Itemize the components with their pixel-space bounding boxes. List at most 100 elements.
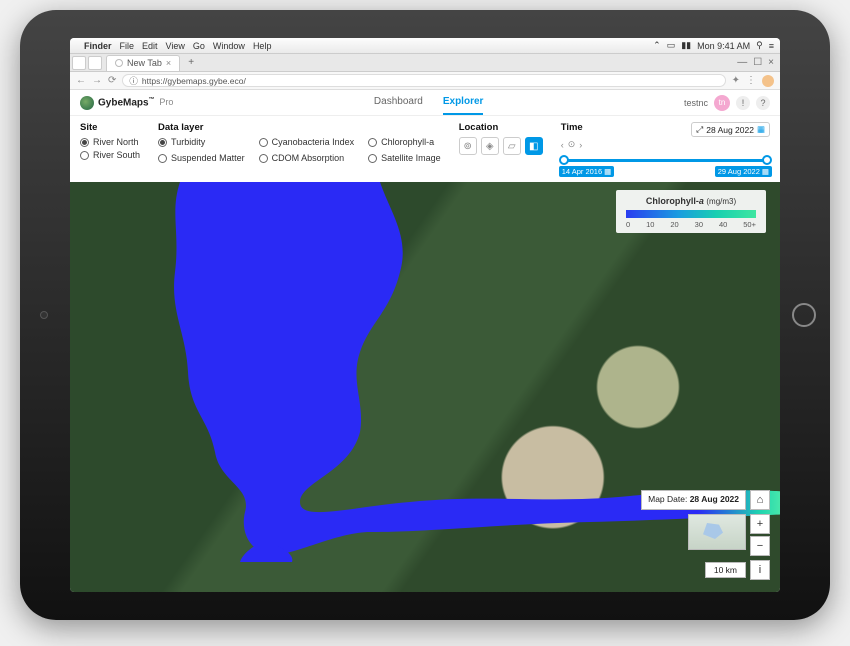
window-maximize-icon[interactable]: ☐: [753, 57, 762, 68]
tab-dashboard[interactable]: Dashboard: [374, 90, 423, 115]
map-controls: Map Date: 28 Aug 2022 ⌂ + − 10 km i: [641, 490, 770, 580]
layer-satellite-image[interactable]: Satellite Image: [368, 153, 441, 163]
location-target-button[interactable]: ◈: [481, 137, 499, 155]
spotlight-icon[interactable]: ⚲: [756, 40, 763, 51]
slider-start-label: 14 Apr 2016▦: [559, 166, 615, 177]
map-legend: Chlorophyll-a (mg/m3) 0 10 20 30 40 50+: [616, 190, 766, 233]
tab-close-icon[interactable]: ×: [166, 58, 171, 68]
zoom-in-button[interactable]: +: [750, 514, 770, 534]
legend-tick: 10: [646, 220, 654, 229]
location-title: Location: [459, 122, 543, 133]
brand-tier: Pro: [159, 97, 173, 107]
time-prev-button[interactable]: ‹: [561, 140, 564, 150]
datalayer-title: Data layer: [158, 122, 441, 133]
site-title: Site: [80, 122, 140, 133]
time-play-button[interactable]: ⊙: [568, 139, 576, 150]
nav-reload-icon[interactable]: ⟳: [108, 75, 116, 86]
brand-name: GybeMaps: [98, 97, 149, 108]
legend-gradient: [626, 210, 756, 218]
slider-handle-start[interactable]: [559, 155, 569, 165]
browser-pinned-tab-2[interactable]: [88, 56, 102, 70]
time-slider[interactable]: 14 Apr 2016▦ 29 Aug 2022▦: [561, 156, 770, 172]
help-icon[interactable]: ?: [756, 96, 770, 110]
map-date-label: Map Date: 28 Aug 2022: [641, 490, 746, 510]
url-input[interactable]: ⓘ https://gybemaps.gybe.eco/: [122, 74, 725, 87]
menubar-list-icon[interactable]: ≡: [769, 41, 774, 51]
layer-chlorophyll-a[interactable]: Chlorophyll-a: [368, 137, 441, 147]
macos-menubar: Finder File Edit View Go Window Help ⌃ ▭…: [70, 38, 780, 54]
avatar[interactable]: tn: [714, 95, 730, 111]
time-current-date: 28 Aug 2022: [706, 125, 754, 135]
wifi-icon[interactable]: ⌃: [653, 40, 661, 51]
tab-explorer[interactable]: Explorer: [443, 90, 484, 115]
location-tools: Location ⊚ ◈ ▱ ◧: [459, 122, 543, 172]
legend-title: Chlorophyll-: [646, 196, 699, 206]
zoom-out-button[interactable]: −: [750, 536, 770, 556]
mac-menu-finder[interactable]: Finder: [84, 41, 112, 51]
tablet-bezel: Finder File Edit View Go Window Help ⌃ ▭…: [20, 10, 830, 620]
time-title: Time: [561, 122, 583, 133]
site-info-icon[interactable]: ⓘ: [129, 75, 138, 87]
location-draw-button[interactable]: ▱: [503, 137, 521, 155]
mac-menu-view[interactable]: View: [166, 41, 185, 51]
legend-tick: 20: [670, 220, 678, 229]
browser-pinned-tab[interactable]: [72, 56, 86, 70]
layer-cdom-absorption[interactable]: CDOM Absorption: [259, 153, 355, 163]
app-header: GybeMaps™ Pro Dashboard Explorer testnc …: [70, 90, 780, 116]
map-viewport[interactable]: Chlorophyll-a (mg/m3) 0 10 20 30 40 50+: [70, 182, 780, 592]
browser-menu-icon[interactable]: ⋮: [746, 75, 756, 86]
logo-mark-icon: [80, 96, 94, 110]
mac-menu-edit[interactable]: Edit: [142, 41, 158, 51]
minimap[interactable]: [688, 514, 746, 550]
location-pin-button[interactable]: ⊚: [459, 137, 477, 155]
map-info-button[interactable]: i: [750, 560, 770, 580]
map-scale: 10 km: [705, 562, 746, 578]
tab-favicon: [115, 59, 123, 67]
time-next-button[interactable]: ›: [579, 140, 582, 150]
location-bookmark-button[interactable]: ◧: [525, 137, 543, 155]
username: testnc: [684, 98, 708, 108]
tablet-home-button[interactable]: [792, 303, 816, 327]
legend-units: (mg/m3): [706, 197, 736, 206]
mac-menu-go[interactable]: Go: [193, 41, 205, 51]
slider-end-label: 29 Aug 2022▦: [715, 166, 772, 177]
legend-tick: 0: [626, 220, 630, 229]
window-minimize-icon[interactable]: —: [737, 57, 747, 68]
tablet-camera: [40, 311, 48, 319]
airplay-icon[interactable]: ▭: [667, 40, 676, 51]
menubar-clock[interactable]: Mon 9:41 AM: [697, 41, 750, 51]
layer-cyanobacteria[interactable]: Cyanobacteria Index: [259, 137, 355, 147]
map-home-button[interactable]: ⌂: [750, 490, 770, 510]
layer-suspended-matter[interactable]: Suspended Matter: [158, 153, 245, 163]
mac-menu-file[interactable]: File: [120, 41, 135, 51]
time-controls: Time ⤢ 28 Aug 2022 ▦ ‹ ⊙ ›: [561, 122, 770, 172]
slider-track: [561, 159, 770, 162]
new-tab-button[interactable]: +: [184, 56, 198, 70]
legend-tick: 50+: [743, 220, 756, 229]
legend-tick: 30: [695, 220, 703, 229]
battery-icon[interactable]: ▮▮: [681, 40, 691, 51]
browser-urlbar: ← → ⟳ ⓘ https://gybemaps.gybe.eco/ ✦ ⋮: [70, 72, 780, 90]
mac-menu-help[interactable]: Help: [253, 41, 272, 51]
controls-panel: Site River North River South Data layer …: [70, 116, 780, 182]
browser-tab[interactable]: New Tab ×: [106, 55, 180, 71]
site-option-river-north[interactable]: River North: [80, 137, 140, 147]
time-expand-icon: ⤢: [696, 124, 703, 135]
legend-tick: 40: [719, 220, 727, 229]
browser-profile-icon[interactable]: [762, 75, 774, 87]
browser-extension-icon[interactable]: ✦: [732, 75, 740, 86]
slider-handle-end[interactable]: [762, 155, 772, 165]
mac-menu-window[interactable]: Window: [213, 41, 245, 51]
legend-title-italic: a: [699, 196, 704, 206]
notifications-icon[interactable]: !: [736, 96, 750, 110]
app-logo[interactable]: GybeMaps™ Pro: [80, 96, 173, 110]
window-close-icon[interactable]: ×: [768, 57, 774, 68]
time-current-badge[interactable]: ⤢ 28 Aug 2022 ▦: [691, 122, 770, 137]
nav-forward-icon[interactable]: →: [92, 75, 102, 86]
layer-turbidity[interactable]: Turbidity: [158, 137, 245, 147]
url-text: https://gybemaps.gybe.eco/: [142, 76, 246, 86]
site-option-river-south[interactable]: River South: [80, 150, 140, 160]
datalayer-selector: Data layer Turbidity Cyanobacteria Index…: [158, 122, 441, 172]
calendar-icon: ▦: [757, 124, 765, 135]
nav-back-icon[interactable]: ←: [76, 75, 86, 86]
